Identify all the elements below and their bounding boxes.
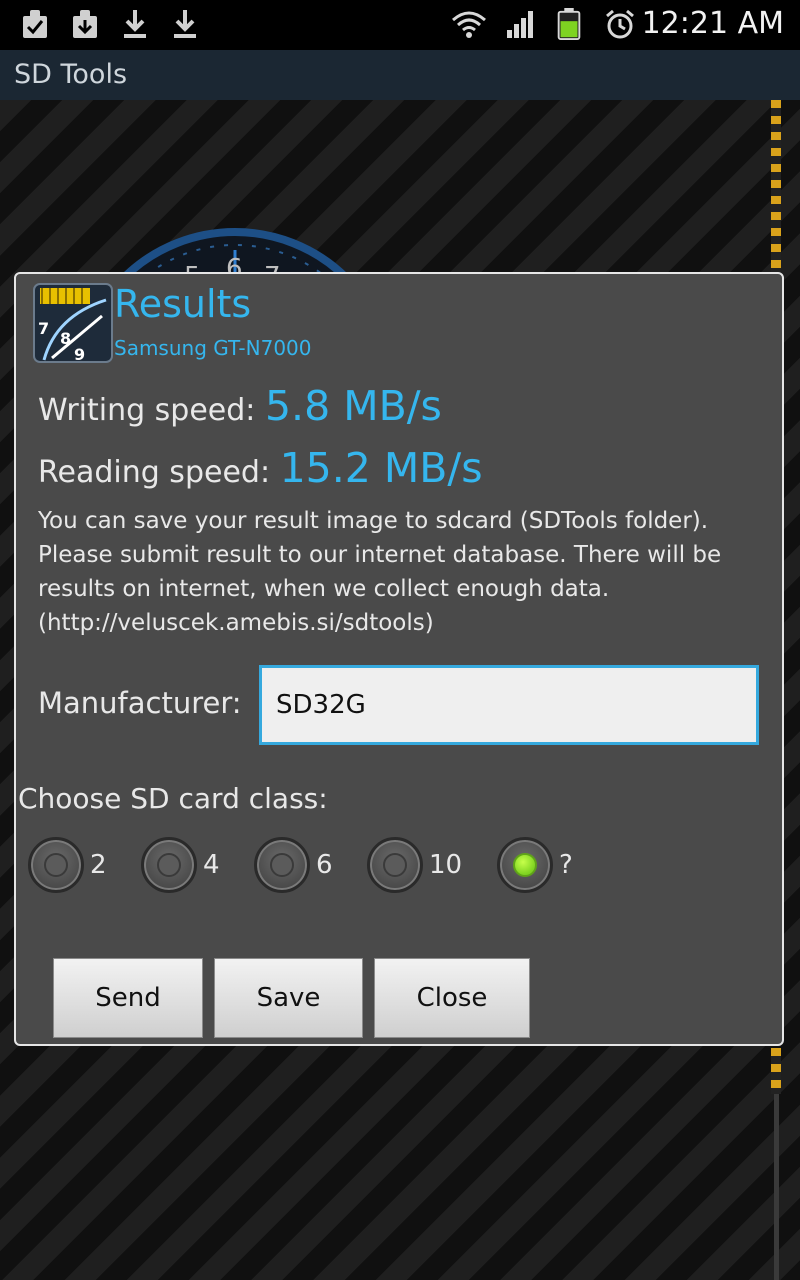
signal-icon [507, 11, 533, 38]
reading-speed-row: Reading speed: 15.2 MB/s [38, 444, 483, 492]
writing-speed-row: Writing speed: 5.8 MB/s [38, 382, 442, 430]
manufacturer-label: Manufacturer: [38, 686, 242, 720]
svg-text:9: 9 [74, 345, 85, 364]
radio-class-unknown[interactable]: ? [497, 834, 573, 896]
close-button[interactable]: Close [374, 958, 530, 1038]
radio-class-2[interactable]: 2 [28, 834, 107, 896]
reading-speed-value: 15.2 MB/s [279, 444, 483, 492]
svg-text:7: 7 [38, 319, 49, 338]
status-bar: 12:21 AM [0, 0, 800, 50]
radio-button[interactable] [367, 837, 423, 893]
radio-class-4[interactable]: 4 [141, 834, 220, 896]
download-box-icon [73, 10, 97, 38]
radio-class-6[interactable]: 6 [254, 834, 333, 896]
radio-class-10[interactable]: 10 [367, 834, 462, 896]
alarm-icon [606, 9, 634, 39]
hazard-stripe [771, 100, 781, 275]
dialog-title: Results [114, 282, 252, 326]
results-dialog: 7 8 9 Results Samsung GT-N7000 Writing s… [14, 272, 784, 1046]
radio-button[interactable] [254, 837, 310, 893]
radio-label: 6 [316, 850, 333, 880]
device-name: Samsung GT-N7000 [114, 336, 312, 360]
clock: 12:21 AM [641, 6, 784, 41]
info-text: You can save your result image to sdcard… [38, 508, 722, 636]
radio-button[interactable] [28, 837, 84, 893]
battery-icon [557, 8, 581, 40]
app-title: SD Tools [14, 59, 128, 90]
sd-class-radio-group: 2 4 6 10 ? [28, 834, 768, 896]
radio-button[interactable] [141, 837, 197, 893]
writing-speed-label: Writing speed: [38, 393, 256, 428]
sd-class-label: Choose SD card class: [18, 782, 328, 815]
radio-label: 10 [429, 850, 463, 880]
hazard-stripe [771, 1048, 781, 1094]
reading-speed-label: Reading speed: [38, 455, 271, 490]
radio-label: 4 [203, 850, 220, 880]
sd-tools-app-icon: 7 8 9 [33, 283, 113, 364]
svg-text:8: 8 [60, 329, 71, 348]
action-bar: SD Tools [0, 50, 800, 101]
radio-label: 2 [90, 850, 107, 880]
manufacturer-input[interactable]: SD32G [259, 665, 759, 745]
wifi-icon [452, 11, 486, 38]
radio-label: ? [559, 850, 573, 880]
send-button[interactable]: Send [53, 958, 203, 1038]
writing-speed-value: 5.8 MB/s [264, 382, 442, 430]
radio-button-selected[interactable] [497, 837, 553, 893]
download-icon [174, 10, 196, 38]
checkbox-notification-icon [23, 10, 47, 38]
download-icon [124, 10, 146, 38]
save-button[interactable]: Save [214, 958, 363, 1038]
scrollbar[interactable] [774, 1094, 779, 1280]
